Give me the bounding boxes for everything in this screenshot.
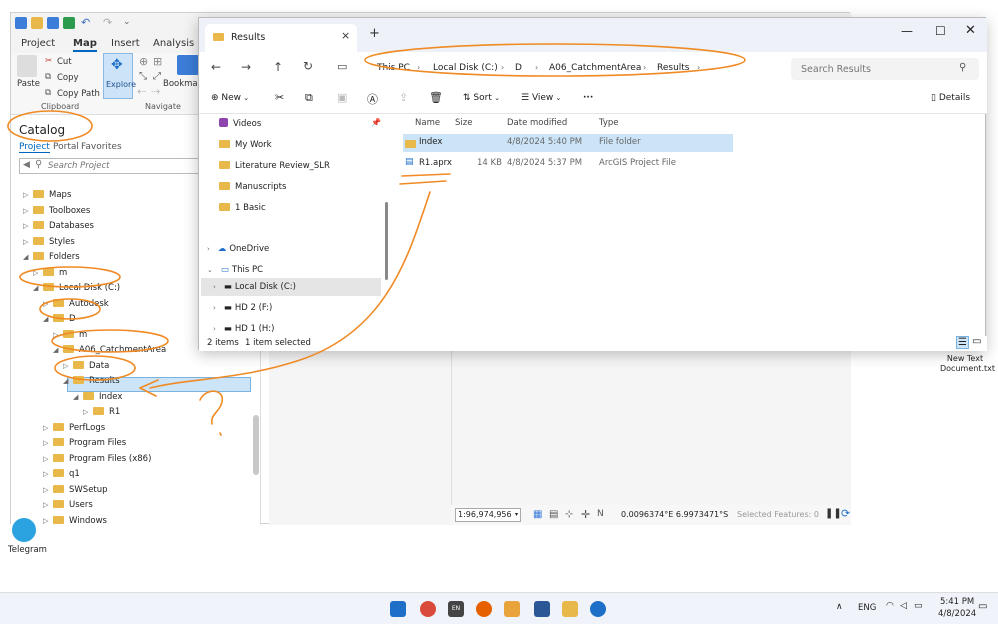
language-indicator[interactable]: ENG — [858, 603, 876, 613]
breadcrumb-circle — [364, 43, 746, 77]
photos-icon[interactable] — [504, 601, 520, 617]
start-icon[interactable] — [390, 601, 406, 617]
arcgis-pro-icon[interactable] — [590, 601, 606, 617]
chrome-icon[interactable] — [420, 601, 436, 617]
annotation-overlay — [7, 43, 746, 436]
tray-chevron-icon[interactable]: ∧ — [836, 602, 843, 612]
d-folder-circle — [39, 298, 101, 320]
catchment-circle — [51, 329, 169, 353]
volume-icon[interactable]: ◁ — [900, 601, 907, 611]
notifications-icon[interactable]: ▭ — [978, 601, 987, 612]
wifi-icon[interactable]: ◠ — [886, 601, 894, 611]
arrow-curve — [149, 191, 431, 389]
word-icon[interactable] — [534, 601, 550, 617]
clock-time[interactable]: 5:41 PM — [940, 597, 974, 607]
clock-date[interactable]: 4/8/2024 — [938, 609, 976, 619]
taskbar: EN ∧ ENG ◠ ◁ ▭ 5:41 PM 4/8/2024 ▭ — [0, 592, 998, 624]
file-explorer-icon[interactable] — [562, 601, 578, 617]
arrow-head — [139, 379, 159, 397]
question-mark — [199, 390, 223, 425]
r1-underline — [399, 173, 451, 185]
battery-icon[interactable]: ▭ — [914, 601, 923, 611]
lang-app-icon[interactable]: EN — [448, 601, 464, 617]
question-dot — [219, 432, 222, 436]
firefox-icon[interactable] — [476, 601, 492, 617]
catalog-circle — [7, 110, 93, 142]
results-circle — [54, 355, 136, 381]
local-disk-circle — [19, 266, 121, 288]
